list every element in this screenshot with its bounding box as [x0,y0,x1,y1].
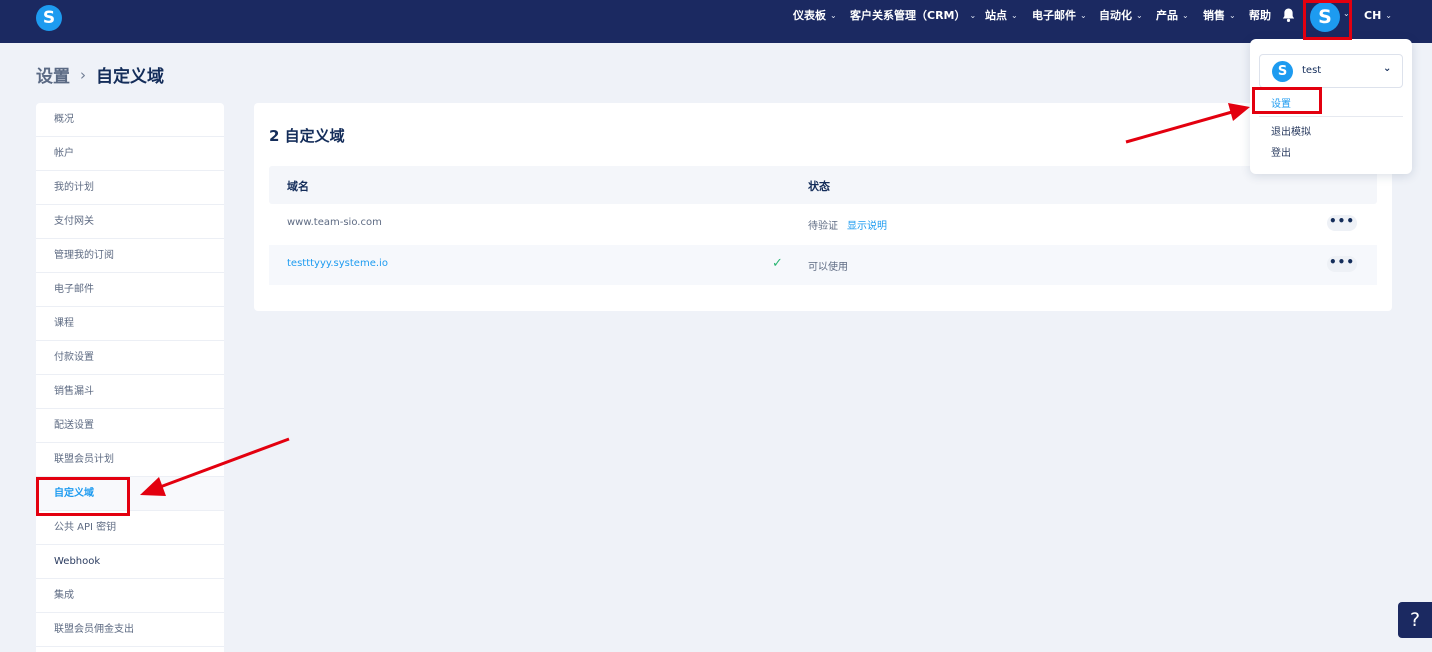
annotation-highlight-settings [1252,87,1322,114]
nav-help[interactable]: 帮助 [1249,0,1271,30]
sidebar-item-email[interactable]: 电子邮件 [36,273,224,307]
systeme-logo[interactable]: S [36,5,62,31]
chevron-down-icon: ⌄ [830,10,837,20]
sidebar-item-courses[interactable]: 课程 [36,307,224,341]
help-button[interactable]: ? [1398,602,1432,638]
sidebar-item-public-api-key[interactable]: 公共 API 密钥 [36,511,224,545]
checkmark-icon: ✓ [772,256,783,271]
language-label: CH [1364,8,1382,22]
more-actions-button[interactable]: ••• [1327,215,1357,231]
sidebar-item-affiliate-payouts[interactable]: 联盟会员佣金支出 [36,613,224,647]
sidebar-item-payment-gateways[interactable]: 支付网关 [36,205,224,239]
sidebar-item-account[interactable]: 帐户 [36,137,224,171]
menu-divider [1259,116,1403,117]
nav-products[interactable]: 产品 ⌄ [1156,0,1189,30]
nav-sales[interactable]: 销售 ⌄ [1203,0,1236,30]
chevron-down-icon: ⌄ [1229,10,1236,20]
bell-icon[interactable] [1281,7,1296,23]
menu-item-exit-impersonation[interactable]: 退出模拟 [1271,123,1311,138]
domain-link[interactable]: testttyyy.systeme.io [287,258,388,269]
sidebar-item-webhook[interactable]: Webhook [36,545,224,579]
menu-item-logout[interactable]: 登出 [1271,144,1291,159]
settings-sidebar: 概况 帐户 我的计划 支付网关 管理我的订阅 电子邮件 课程 付款设置 销售漏斗… [36,103,224,652]
top-navigation-bar: S 仪表板 ⌄ 客户关系管理（CRM） ⌄ 站点 ⌄ 电子邮件 ⌄ 自动化 ⌄ 产品 ⌄ 销… [0,0,1432,43]
annotation-highlight-custom-domains [36,477,130,516]
chevron-down-icon: ⌄ [969,10,977,20]
custom-domains-card: 2 自定义域 域名 状态 www.team-sio.com 待验证 显示说明 •… [254,103,1392,311]
chevron-down-icon: ⌄ [1136,10,1143,20]
sidebar-item-integrations[interactable]: 集成 [36,579,224,613]
domain-name: www.team-sio.com [287,217,382,228]
account-name: test [1302,65,1322,76]
sidebar-item-manage-subscriptions[interactable]: 管理我的订阅 [36,239,224,273]
sidebar-item-my-plan[interactable]: 我的计划 [36,171,224,205]
nav-dashboard[interactable]: 仪表板 ⌄ [793,0,837,30]
nav-dashboard-label: 仪表板 [793,9,826,22]
account-avatar: S [1272,61,1293,82]
nav-sites-label: 站点 [985,9,1007,22]
chevron-down-icon: ⌄ [1182,10,1189,20]
nav-help-label: 帮助 [1249,9,1271,22]
page-title: 自定义域 [96,67,164,87]
nav-products-label: 产品 [1156,9,1178,22]
chevron-down-icon: ⌄ [1385,10,1392,20]
nav-crm[interactable]: 客户关系管理（CRM） ⌄ [850,0,976,30]
sidebar-item-payment-settings[interactable]: 付款设置 [36,341,224,375]
sidebar-item-shipping-settings[interactable]: 配送设置 [36,409,224,443]
breadcrumb: 设置 › 自定义域 [36,62,164,88]
chevron-down-icon: ⌄ [1011,10,1018,20]
nav-sites[interactable]: 站点 ⌄ [985,0,1018,30]
breadcrumb-settings[interactable]: 设置 [36,62,70,87]
nav-automation-label: 自动化 [1099,9,1132,22]
show-instructions-link[interactable]: 显示说明 [847,217,887,232]
nav-crm-label: 客户关系管理（CRM） [850,9,966,22]
more-actions-button[interactable]: ••• [1327,256,1357,272]
table-row: testttyyy.systeme.io ✓ 可以使用 ••• [269,245,1377,285]
table-header: 域名 状态 [269,166,1377,204]
language-selector[interactable]: CH ⌄ [1364,0,1392,30]
account-switcher[interactable]: S test ⌄ [1259,54,1403,88]
chevron-right-icon: › [80,65,86,84]
annotation-highlight-avatar [1303,0,1352,40]
chevron-down-icon: ⌄ [1080,10,1087,20]
nav-email-label: 电子邮件 [1032,9,1076,22]
status-text: 待验证 [808,221,838,232]
nav-sales-label: 销售 [1203,9,1225,22]
table-row: www.team-sio.com 待验证 显示说明 ••• [269,204,1377,244]
status-text: 可以使用 [808,262,848,273]
sidebar-item-sales-funnels[interactable]: 销售漏斗 [36,375,224,409]
nav-email[interactable]: 电子邮件 ⌄ [1032,0,1087,30]
chevron-down-icon: ⌄ [1383,63,1392,74]
column-header-status: 状态 [808,180,830,193]
column-header-domain: 域名 [287,180,309,193]
nav-automation[interactable]: 自动化 ⌄ [1099,0,1143,30]
card-title: 2 自定义域 [269,127,345,145]
sidebar-item-affiliate-program[interactable]: 联盟会员计划 [36,443,224,477]
sidebar-item-overview[interactable]: 概况 [36,103,224,137]
